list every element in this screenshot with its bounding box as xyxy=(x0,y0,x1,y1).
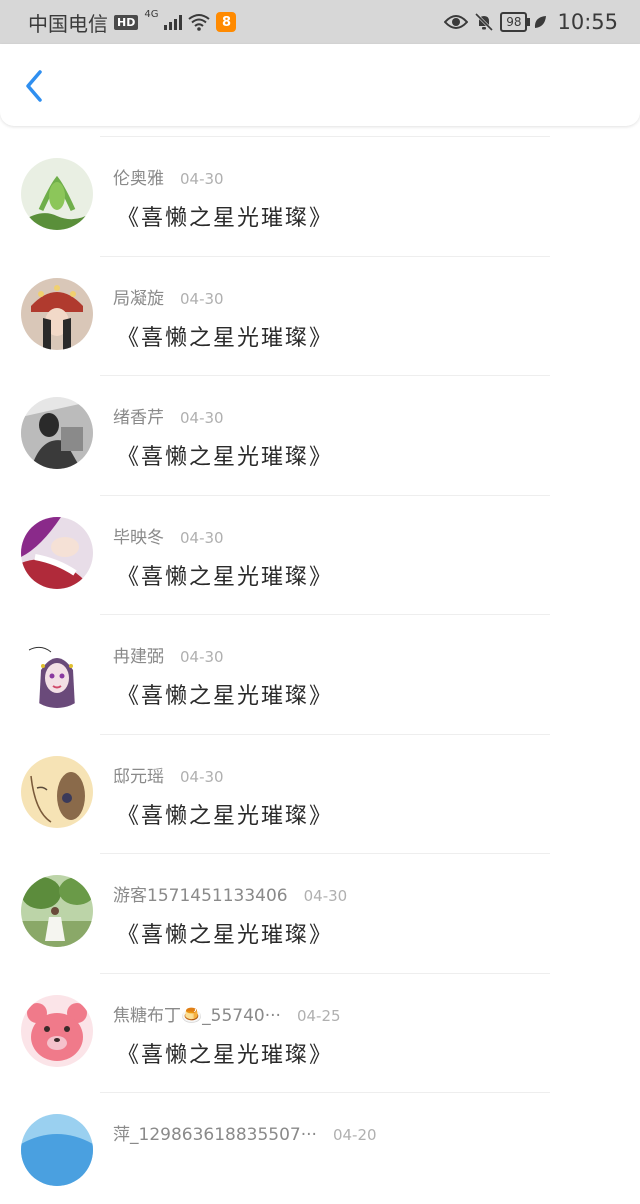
back-button[interactable] xyxy=(18,64,58,104)
message-text: 《喜懒之星光璀璨》 xyxy=(117,206,334,231)
message-text: 《喜懒之星光璀璨》 xyxy=(117,684,334,709)
message-text: 《喜懒之星光璀璨》 xyxy=(117,445,334,470)
user-name: 绪香芹 xyxy=(113,408,164,428)
user-name: 游客1571451133406 xyxy=(113,886,288,906)
item-meta: 绪香芹 04-30 xyxy=(113,403,224,428)
item-date: 04-30 xyxy=(180,170,224,188)
list-item[interactable]: 伦奥雅 04-30 《喜懒之星光璀璨》 xyxy=(0,128,640,248)
avatar[interactable] xyxy=(21,994,93,1067)
user-name: 局凝旋 xyxy=(113,288,164,309)
status-bar-right: 98 10:55 xyxy=(444,10,618,34)
message-text: 《喜懒之星光璀璨》 xyxy=(117,564,334,590)
list-item[interactable]: 局凝旋 04-30 《喜懒之星光璀璨》 xyxy=(0,248,640,368)
message-text: 《喜懒之星光璀璨》 xyxy=(117,1042,334,1068)
avatar[interactable] xyxy=(21,875,93,947)
chevron-left-icon xyxy=(26,70,42,102)
status-bar: 中国电信 HD 4G 8 98 10:55 xyxy=(0,0,640,44)
list-item[interactable]: 萍_129863618835507··· 04-20 xyxy=(0,1084,640,1204)
status-bar-left: 中国电信 HD 4G 8 xyxy=(28,8,237,37)
top-nav-header xyxy=(0,44,640,126)
app-notification-icon: 8 xyxy=(216,12,237,32)
network-type-label: 4G xyxy=(144,8,159,20)
user-name: 焦糖布丁🍮_55740··· xyxy=(113,1005,281,1026)
item-meta: 萍_129863618835507··· 04-20 xyxy=(113,1120,377,1145)
user-name: 冉建弼 xyxy=(113,647,164,667)
avatar[interactable] xyxy=(21,397,93,469)
list-item[interactable]: 焦糖布丁🍮_55740··· 04-25 《喜懒之星光璀璨》 xyxy=(0,965,640,1085)
list-item[interactable]: 绪香芹 04-30 《喜懒之星光璀璨》 xyxy=(0,367,640,487)
item-date: 04-30 xyxy=(180,648,224,666)
carrier-label: 中国电信 xyxy=(28,11,108,36)
item-date: 04-30 xyxy=(180,409,224,427)
list-item[interactable]: 游客1571451133406 04-30 《喜懒之星光璀璨》 xyxy=(0,845,640,965)
mute-bell-icon xyxy=(475,12,494,32)
list-item[interactable]: 邸元瑶 04-30 《喜懒之星光璀璨》 xyxy=(0,726,640,846)
avatar[interactable] xyxy=(21,755,93,828)
list-item[interactable]: 冉建弼 04-30 《喜懒之星光璀璨》 xyxy=(0,606,640,726)
item-date: 04-25 xyxy=(296,1006,341,1025)
user-name: 邸元瑶 xyxy=(113,766,164,787)
user-name: 伦奥雅 xyxy=(113,169,164,189)
wifi-icon xyxy=(188,14,211,31)
user-name: 毕映冬 xyxy=(113,527,164,548)
avatar[interactable] xyxy=(21,158,93,230)
avatar[interactable] xyxy=(21,636,93,708)
item-meta: 邸元瑶 04-30 xyxy=(113,762,224,787)
item-date: 04-20 xyxy=(332,1126,377,1144)
item-date: 04-30 xyxy=(303,887,348,905)
eye-icon xyxy=(444,15,469,29)
item-meta: 伦奥雅 04-30 xyxy=(113,164,224,189)
hd-badge: HD xyxy=(114,14,139,30)
message-text: 《喜懒之星光璀璨》 xyxy=(117,923,334,948)
avatar[interactable] xyxy=(21,516,93,589)
item-date: 04-30 xyxy=(180,289,224,308)
item-date: 04-30 xyxy=(180,528,224,547)
list-item[interactable]: 毕映冬 04-30 《喜懒之星光璀璨》 xyxy=(0,487,640,607)
avatar[interactable] xyxy=(21,277,93,350)
item-meta: 冉建弼 04-30 xyxy=(113,642,224,667)
item-meta: 焦糖布丁🍮_55740··· 04-25 xyxy=(113,1001,341,1026)
item-meta: 游客1571451133406 04-30 xyxy=(113,881,347,906)
signal-icon xyxy=(164,14,183,30)
item-meta: 毕映冬 04-30 xyxy=(113,523,224,548)
message-text: 《喜懒之星光璀璨》 xyxy=(117,803,334,829)
message-list: 伦奥雅 04-30 《喜懒之星光璀璨》 局凝旋 04-30 《喜懒之星光璀璨》 xyxy=(0,128,640,1204)
clock-time: 10:55 xyxy=(557,10,618,34)
leaf-icon xyxy=(535,16,547,28)
item-date: 04-30 xyxy=(180,767,224,786)
item-meta: 局凝旋 04-30 xyxy=(113,284,224,309)
message-text: 《喜懒之星光璀璨》 xyxy=(117,325,334,351)
user-name: 萍_129863618835507··· xyxy=(113,1125,317,1145)
battery-icon: 98 xyxy=(500,12,531,32)
avatar[interactable] xyxy=(21,1114,93,1186)
